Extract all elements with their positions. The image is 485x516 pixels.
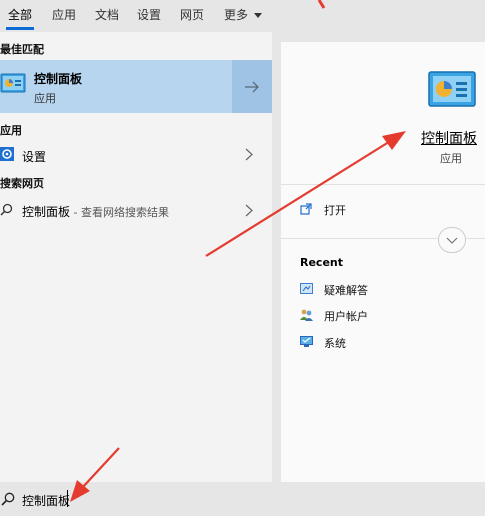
troubleshoot-icon (300, 283, 313, 294)
open-action[interactable]: 打开 (300, 200, 420, 220)
recent-item-label: 系统 (324, 337, 346, 350)
gear-icon (0, 147, 14, 161)
arrow-right-icon (245, 81, 259, 92)
chevron-right-icon (245, 204, 253, 217)
best-match-subtitle: 应用 (34, 92, 56, 105)
settings-label: 设置 (22, 150, 47, 164)
open-details-button[interactable] (232, 60, 272, 113)
tab-settings[interactable]: 设置 (137, 6, 161, 23)
recent-item-label: 用户帐户 (324, 310, 368, 323)
results-panel: 最佳匹配 控制面板 应用 应用 设置 搜索网页 控制面板 - 查看网络搜索结果 (0, 32, 272, 482)
search-scope-tabs: 全部 应用 文档 设置 网页 更多 (0, 0, 485, 32)
best-match-heading: 最佳匹配 (0, 43, 44, 56)
web-search-heading: 搜索网页 (0, 177, 44, 190)
recent-item[interactable]: 疑难解答 (300, 280, 460, 298)
web-result-query: 控制面板 (22, 205, 71, 219)
text-cursor (67, 490, 68, 507)
details-panel: 控制面板 应用 打开 Recent 疑难解答 用户帐户 系统 (281, 42, 485, 482)
settings-result[interactable]: 设置 (0, 140, 272, 168)
details-app-title: 控制面板 (421, 131, 477, 147)
recent-item[interactable]: 系统 (300, 333, 460, 351)
search-input[interactable]: 控制面板 (22, 492, 70, 509)
tab-web[interactable]: 网页 (180, 6, 204, 23)
control-panel-large-icon (428, 71, 476, 107)
open-icon (300, 203, 312, 215)
chevron-down-icon (446, 237, 458, 244)
chevron-right-icon (245, 148, 253, 161)
expand-button[interactable] (438, 227, 466, 253)
recent-heading: Recent (300, 256, 344, 269)
active-tab-indicator (6, 27, 34, 30)
control-panel-icon (0, 73, 26, 93)
best-match-result[interactable]: 控制面板 应用 (0, 60, 272, 113)
open-label: 打开 (324, 204, 346, 217)
web-search-result[interactable]: 控制面板 - 查看网络搜索结果 (0, 196, 272, 224)
details-app-subtitle: 应用 (440, 152, 462, 165)
search-icon (1, 492, 15, 506)
recent-item-label: 疑难解答 (324, 284, 368, 297)
tab-more[interactable]: 更多 (224, 6, 262, 23)
apps-heading: 应用 (0, 124, 22, 137)
search-box[interactable]: 控制面板 (0, 482, 485, 516)
tab-all[interactable]: 全部 (8, 6, 32, 23)
system-icon (300, 336, 313, 347)
best-match-title: 控制面板 (34, 72, 83, 86)
tab-more-label: 更多 (224, 8, 249, 22)
recent-item[interactable]: 用户帐户 (300, 306, 460, 324)
chevron-down-icon (253, 13, 262, 18)
web-result-suffix: - 查看网络搜索结果 (70, 206, 169, 219)
search-icon (0, 203, 13, 216)
user-accounts-icon (300, 309, 313, 321)
tab-apps[interactable]: 应用 (52, 6, 76, 23)
tab-documents[interactable]: 文档 (95, 6, 119, 23)
divider (281, 184, 485, 185)
